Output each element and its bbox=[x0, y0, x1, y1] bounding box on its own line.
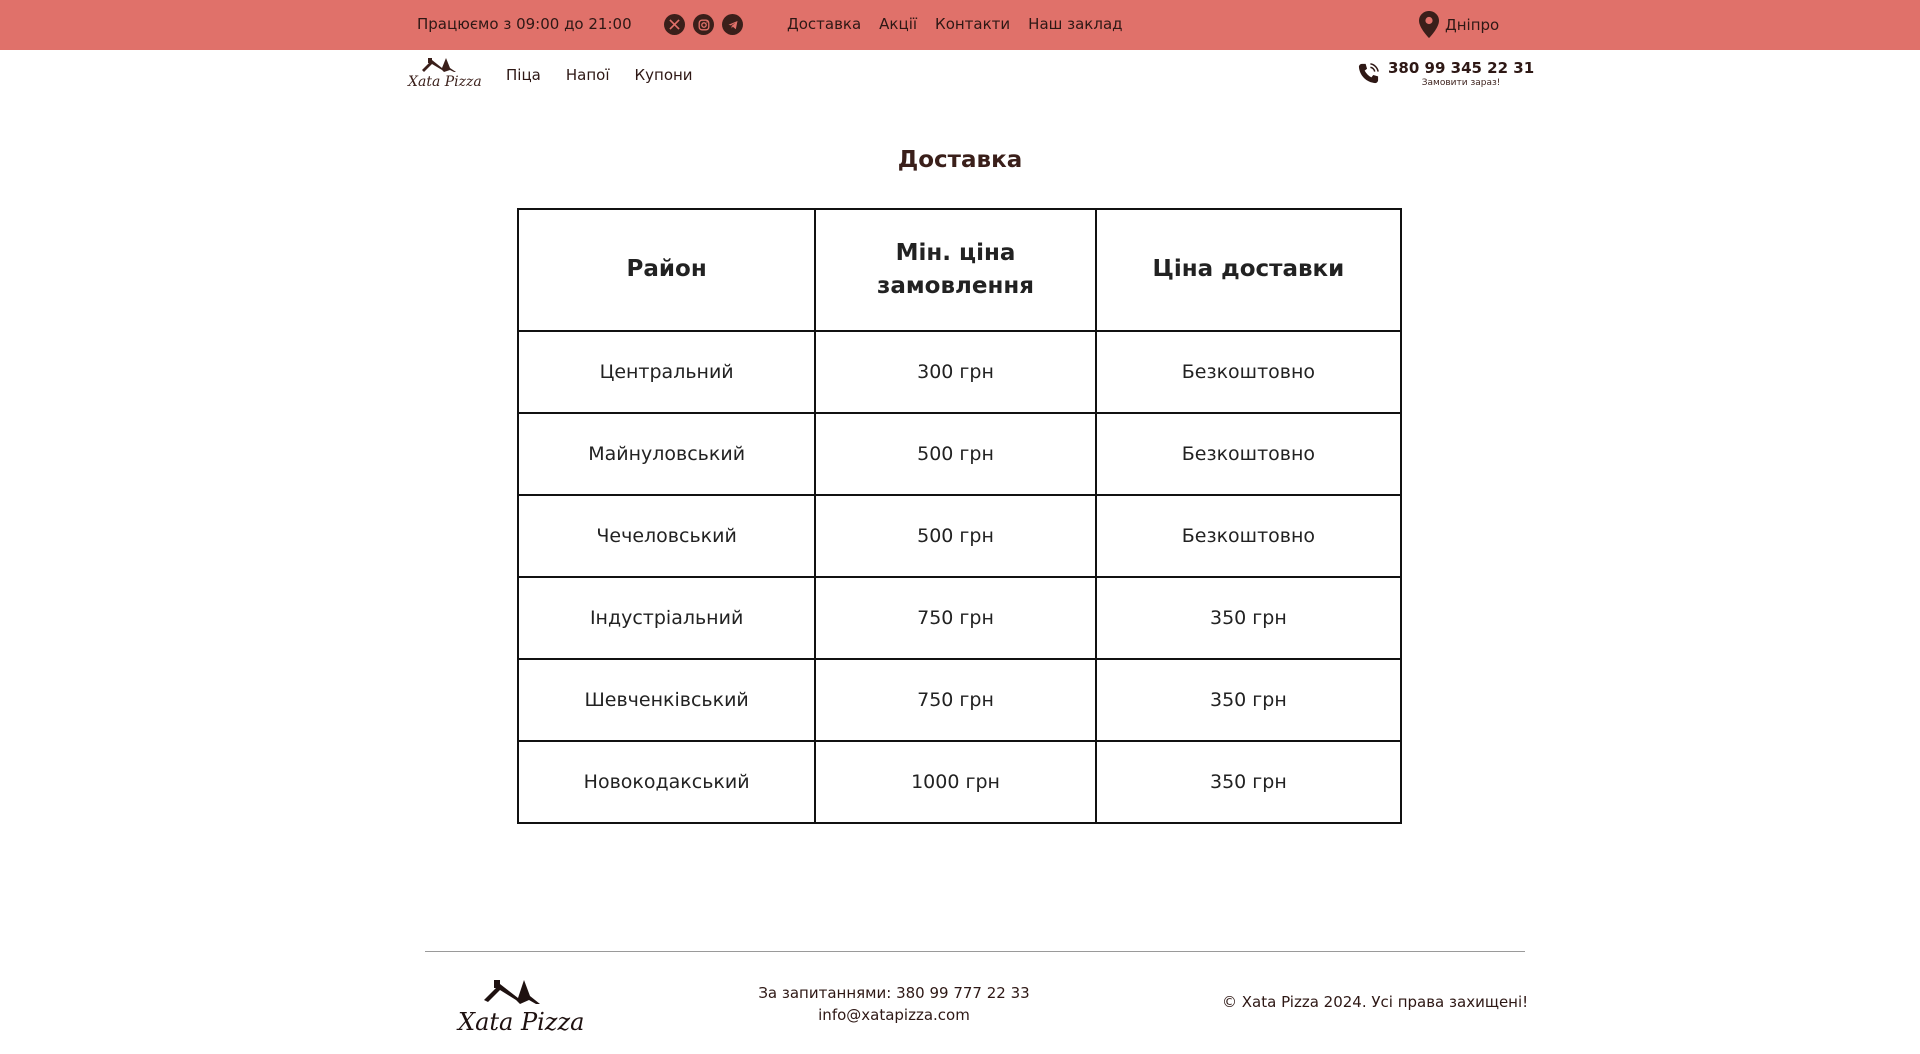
min-order-cell: 1000 грн bbox=[814, 740, 1097, 824]
table-row: Шевченківський 750 грн 350 грн bbox=[516, 658, 1403, 742]
column-header-min-order: Мін. ціна замовлення bbox=[814, 208, 1097, 332]
min-order-cell: 500 грн bbox=[814, 494, 1097, 578]
copyright: © Xata Pizza 2024. Усі права захищені! bbox=[1222, 993, 1529, 1011]
top-nav: Доставка Акції Контакти Наш заклад bbox=[787, 15, 1123, 33]
top-nav-promotions[interactable]: Акції bbox=[879, 15, 917, 33]
social-links bbox=[664, 14, 743, 35]
phone-block[interactable]: 380 99 345 22 31 Замовити зараз! bbox=[1357, 60, 1534, 88]
min-order-cell: 750 грн bbox=[814, 658, 1097, 742]
table-row: Центральний 300 грн Безкоштовно bbox=[516, 330, 1403, 414]
delivery-price-cell: 350 грн bbox=[1094, 658, 1403, 742]
district-cell: Чечеловський bbox=[516, 494, 817, 578]
top-nav-delivery[interactable]: Доставка bbox=[787, 15, 861, 33]
delivery-price-cell: 350 грн bbox=[1094, 740, 1403, 824]
nav-pizza[interactable]: Піца bbox=[506, 66, 541, 84]
nav-drinks[interactable]: Напої bbox=[566, 66, 610, 84]
working-hours: Працюємо з 09:00 до 21:00 bbox=[417, 15, 632, 33]
table-header-row: Район Мін. ціна замовлення Ціна доставки bbox=[516, 208, 1403, 332]
delivery-price-cell: Безкоштовно bbox=[1094, 330, 1403, 414]
delivery-table: Район Мін. ціна замовлення Ціна доставки… bbox=[516, 208, 1403, 824]
footer-phone[interactable]: За запитаннями: 380 99 777 22 33 bbox=[694, 982, 1094, 1004]
main-nav: Піца Напої Купони bbox=[506, 66, 693, 84]
table-row: Індустріальний 750 грн 350 грн bbox=[516, 576, 1403, 660]
footer-logo-text: Xata Pizza bbox=[458, 1008, 585, 1036]
city-selector[interactable]: Дніпро bbox=[1419, 11, 1499, 38]
top-bar: Працюємо з 09:00 до 21:00 Доставка Акції… bbox=[0, 0, 1920, 50]
logo-text: Xata Pizza bbox=[408, 74, 482, 90]
footer-email[interactable]: info@xatapizza.com bbox=[694, 1004, 1094, 1026]
column-header-delivery-price: Ціна доставки bbox=[1094, 208, 1403, 332]
table-row: Майнуловський 500 грн Безкоштовно bbox=[516, 412, 1403, 496]
telegram-icon[interactable] bbox=[722, 14, 743, 35]
top-nav-contacts[interactable]: Контакти bbox=[935, 15, 1010, 33]
min-order-cell: 750 грн bbox=[814, 576, 1097, 660]
min-order-cell: 500 грн bbox=[814, 412, 1097, 496]
order-now-label: Замовити зараз! bbox=[1421, 77, 1501, 88]
x-icon[interactable] bbox=[664, 14, 685, 35]
footer-divider bbox=[425, 951, 1525, 952]
district-cell: Центральний bbox=[516, 330, 817, 414]
instagram-icon[interactable] bbox=[693, 14, 714, 35]
city-name: Дніпро bbox=[1445, 15, 1500, 34]
nav-coupons[interactable]: Купони bbox=[634, 66, 692, 84]
site-logo[interactable]: Xata Pizza bbox=[406, 54, 482, 98]
page-title: Доставка bbox=[897, 147, 1023, 173]
footer-contacts: За запитаннями: 380 99 777 22 33 info@xa… bbox=[694, 982, 1094, 1026]
district-cell: Індустріальний bbox=[516, 576, 817, 660]
district-cell: Шевченківський bbox=[516, 658, 817, 742]
location-pin-icon bbox=[1419, 11, 1439, 38]
main-header: Xata Pizza Піца Напої Купони 380 99 345 … bbox=[0, 50, 1920, 100]
table-row: Новокодакський 1000 грн 350 грн bbox=[516, 740, 1403, 824]
district-cell: Майнуловський bbox=[516, 412, 817, 496]
column-header-district: Район bbox=[516, 208, 817, 332]
top-nav-our-place[interactable]: Наш заклад bbox=[1028, 15, 1122, 33]
table-row: Чечеловський 500 грн Безкоштовно bbox=[516, 494, 1403, 578]
delivery-price-cell: Безкоштовно bbox=[1094, 412, 1403, 496]
district-cell: Новокодакський bbox=[516, 740, 817, 824]
delivery-price-cell: Безкоштовно bbox=[1094, 494, 1403, 578]
phone-number: 380 99 345 22 31 bbox=[1388, 59, 1535, 77]
min-order-cell: 300 грн bbox=[814, 330, 1097, 414]
phone-icon bbox=[1358, 63, 1379, 84]
delivery-price-cell: 350 грн bbox=[1094, 576, 1403, 660]
footer-logo[interactable]: Xata Pizza bbox=[456, 972, 584, 1042]
